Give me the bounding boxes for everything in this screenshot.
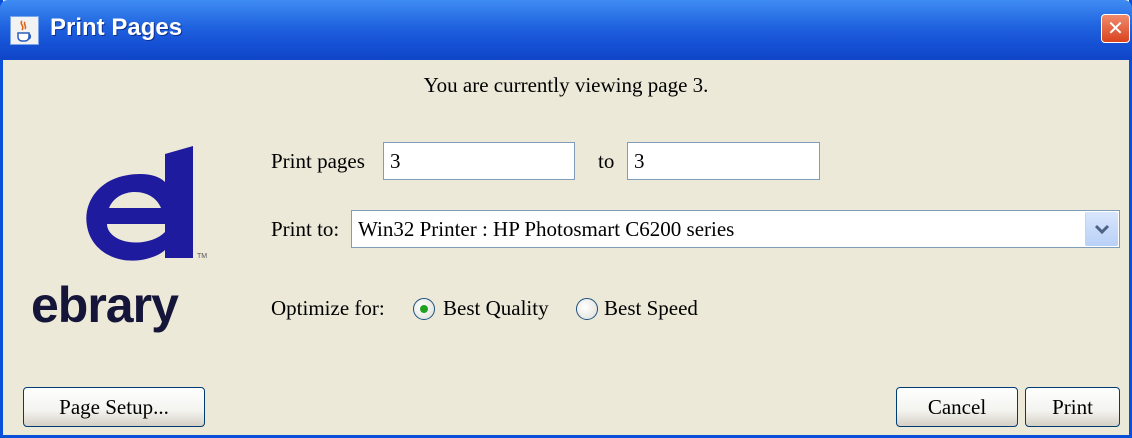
dropdown-button[interactable] <box>1085 212 1118 246</box>
title-bar[interactable]: Print Pages ✕ <box>0 0 1132 60</box>
trademark-mark: TM <box>197 253 207 260</box>
print-pages-dialog: Print Pages ✕ You are currently viewing … <box>0 0 1132 438</box>
close-button[interactable]: ✕ <box>1101 14 1130 43</box>
chevron-down-icon <box>1094 224 1110 235</box>
java-cup-icon <box>10 16 39 45</box>
optimize-for-label: Optimize for: <box>271 296 385 320</box>
print-pages-label: Print pages <box>271 149 365 173</box>
printer-select[interactable]: Win32 Printer : HP Photosmart C6200 seri… <box>351 210 1120 248</box>
printer-select-value: Win32 Printer : HP Photosmart C6200 seri… <box>358 217 735 241</box>
current-page-message: You are currently viewing page 3. <box>423 73 709 97</box>
best-speed-label[interactable]: Best Speed <box>604 296 698 321</box>
print-button[interactable]: Print <box>1025 387 1120 427</box>
radio-selected-dot <box>420 305 428 313</box>
best-quality-radio[interactable] <box>413 298 435 320</box>
print-to-label: Print to: <box>271 217 340 241</box>
window-title: Print Pages <box>50 14 183 41</box>
to-page-input[interactable]: 3 <box>627 142 820 180</box>
cancel-button[interactable]: Cancel <box>896 387 1018 427</box>
best-speed-radio[interactable] <box>576 298 598 320</box>
to-label: to <box>598 149 615 173</box>
page-setup-button[interactable]: Page Setup... <box>23 387 205 427</box>
dialog-body: You are currently viewing page 3. TM ebr… <box>3 60 1129 435</box>
close-icon: ✕ <box>1107 16 1124 40</box>
best-quality-label[interactable]: Best Quality <box>443 296 549 321</box>
ebrary-wordmark: ebrary <box>31 277 179 333</box>
from-page-input[interactable]: 3 <box>383 142 575 180</box>
